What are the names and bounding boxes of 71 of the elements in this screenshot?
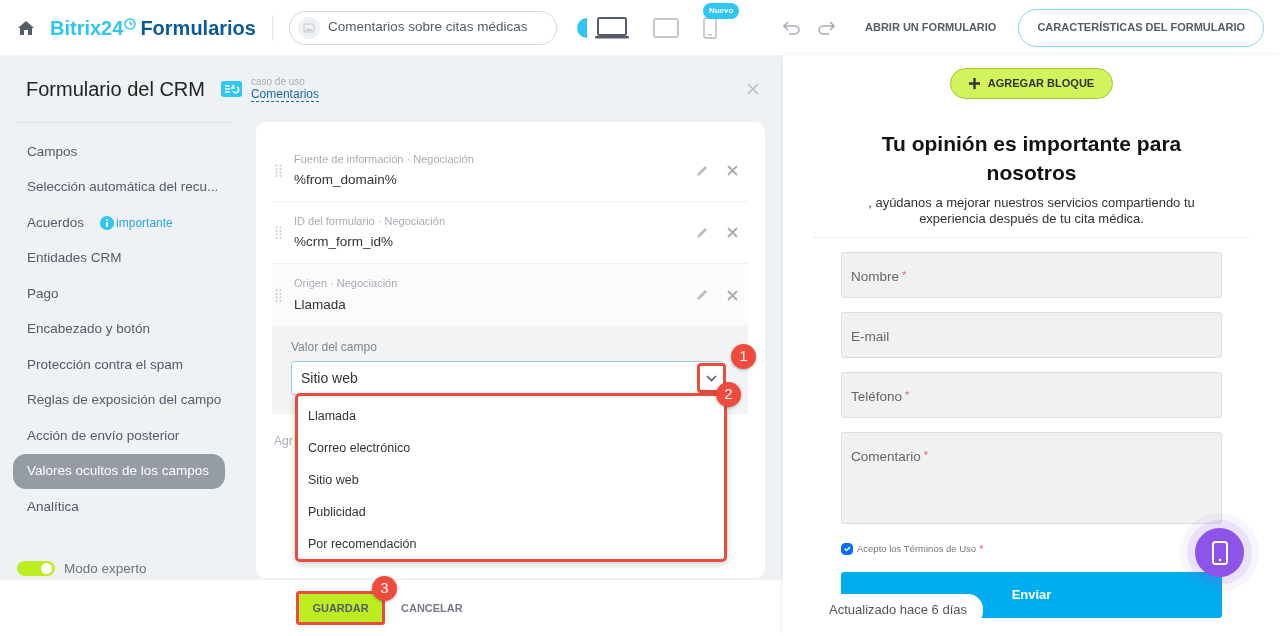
required-mark: * <box>979 542 984 557</box>
new-badge: Nuevo <box>702 2 740 19</box>
dropdown-option[interactable]: Publicidad <box>298 496 724 528</box>
mobile-preview-button[interactable] <box>1195 528 1244 577</box>
close-icon[interactable] <box>747 82 759 95</box>
field-value: Llamada <box>294 295 347 314</box>
sidebar-item[interactable]: Selección automática del recu... <box>13 169 225 205</box>
sidebar-item[interactable]: Acuerdos <box>27 212 85 233</box>
dropdown-option[interactable]: Correo electrónico <box>298 432 724 464</box>
loading-icon <box>576 17 587 38</box>
use-case-link[interactable]: Comentarios <box>250 87 319 102</box>
document-icon <box>220 80 242 97</box>
field-label: Origen · Negociación <box>294 276 398 292</box>
form-subtitle: , ayúdanos a mejorar nuestros servicios compartiendo tu experiencia después de tu cita médica. <box>867 195 1196 227</box>
sidebar-item[interactable]: Reglas de exposición del campo <box>13 382 225 418</box>
field-label: ID del formulario · Negociación <box>294 213 445 229</box>
undo-icon[interactable] <box>783 20 802 35</box>
consent-label: Acepto los Términos de Uso <box>857 542 977 557</box>
comment-field[interactable]: Comentario * <box>841 432 1222 524</box>
pencil-icon[interactable] <box>696 289 708 301</box>
required-mark: * <box>902 269 907 281</box>
laptop-icon[interactable] <box>594 16 629 39</box>
sidebar-item[interactable]: Encabezado y botón <box>13 311 225 347</box>
required-mark: * <box>905 389 910 401</box>
expert-mode-label: Modo experto <box>64 559 147 578</box>
dropdown-option[interactable]: Por recomendación <box>298 528 724 560</box>
panel-title: Formulario del CRM <box>26 76 205 102</box>
select-field[interactable]: Sitio web <box>291 361 723 395</box>
field-value: %crm_form_id% <box>294 233 395 252</box>
pencil-icon[interactable] <box>696 164 708 177</box>
dropdown-toggle[interactable] <box>697 363 726 393</box>
phone-icon <box>1211 540 1228 565</box>
input-field[interactable]: E-mail <box>841 312 1222 358</box>
close-icon[interactable] <box>727 289 738 301</box>
clock-icon <box>124 17 137 30</box>
cancel-button[interactable]: CANCELAR <box>395 598 469 618</box>
form-settings-button[interactable]: CARACTERÍSTICAS DEL FORMULARIO <box>1018 8 1264 47</box>
dropdown-option[interactable]: Sitio web <box>298 464 724 496</box>
drag-handle-icon[interactable] <box>275 164 282 177</box>
tablet-icon[interactable] <box>652 17 679 38</box>
sidebar-item[interactable]: Entidades CRM <box>13 240 225 276</box>
pencil-icon[interactable] <box>696 226 708 239</box>
sidebar-item[interactable]: Analítica <box>13 489 225 525</box>
toggle-switch[interactable] <box>17 561 55 577</box>
sidebar-item[interactable]: Campos <box>13 134 225 170</box>
open-form-link[interactable]: ABRIR UN FORMULARIO <box>859 18 1003 37</box>
field-value: %from_domain% <box>294 171 398 190</box>
drag-handle-icon[interactable] <box>275 288 282 302</box>
close-icon[interactable] <box>727 165 738 176</box>
input-field[interactable]: Teléfono * <box>841 372 1222 418</box>
chevron-down-icon <box>706 374 717 382</box>
app-logo[interactable]: Bitrix24 Formularios <box>50 12 256 43</box>
add-block-button[interactable]: AGREGAR BLOQUE <box>949 68 1114 99</box>
drag-handle-icon[interactable] <box>275 226 282 239</box>
field-label: Fuente de información · Negociación <box>294 151 474 167</box>
image-icon <box>297 16 320 39</box>
consent-checkbox[interactable] <box>841 543 853 556</box>
plus-icon <box>968 78 980 89</box>
close-icon[interactable] <box>727 227 738 238</box>
phone-icon[interactable] <box>702 16 717 39</box>
form-title: Tu opinión es importante para nosotros <box>880 131 1183 186</box>
required-mark: * <box>923 449 929 461</box>
info-icon <box>100 215 115 230</box>
step-marker: 1 <box>731 344 756 369</box>
sidebar-item[interactable]: Acción de envío posterior <box>13 418 225 454</box>
use-case-caption: caso de uso <box>250 75 306 88</box>
redo-icon[interactable] <box>817 20 836 35</box>
sidebar-item[interactable]: Pago <box>13 276 225 312</box>
input-field[interactable]: Nombre * <box>841 252 1222 298</box>
home-icon[interactable] <box>18 20 34 35</box>
sidebar-item[interactable]: Protección contra el spam <box>13 347 225 383</box>
